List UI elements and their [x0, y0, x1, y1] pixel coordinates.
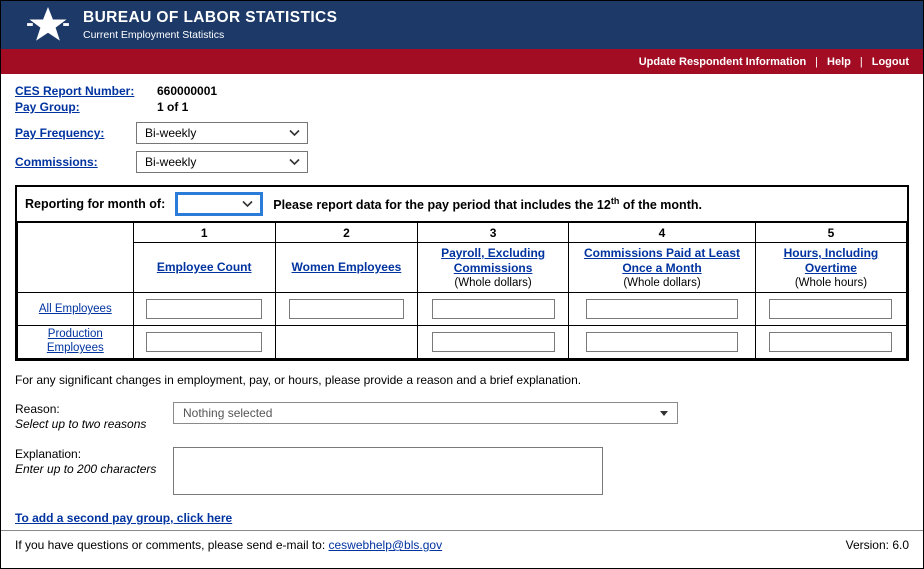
reporting-month-label: Reporting for month of:	[25, 197, 165, 211]
reporting-month-row: Reporting for month of: Please report da…	[17, 187, 907, 222]
column-header-hours[interactable]: Hours, Including Overtime	[760, 246, 902, 276]
report-info: CES Report Number: 660000001 Pay Group: …	[15, 84, 909, 115]
footer-help-text: If you have questions or comments, pleas…	[15, 538, 442, 568]
explanation-caption: Explanation: Enter up to 200 characters	[15, 447, 173, 477]
pay-group-label[interactable]: Pay Group:	[15, 100, 157, 115]
column-note-payroll: (Whole dollars)	[422, 277, 564, 289]
report-table: Reporting for month of: Please report da…	[15, 185, 909, 361]
column-header-employee-count[interactable]: Employee Count	[157, 260, 252, 275]
pay-frequency-select[interactable]: Bi-weekly	[136, 122, 308, 144]
chevron-down-icon	[289, 130, 300, 137]
changes-instruction: For any significant changes in employmen…	[15, 373, 909, 387]
column-number-5: 5	[755, 223, 906, 243]
input-production-employee-count[interactable]	[146, 332, 262, 352]
reason-row: Reason: Select up to two reasons Nothing…	[15, 402, 909, 432]
reporting-instruction: Please report data for the pay period th…	[273, 196, 702, 212]
page: BUREAU OF LABOR STATISTICS Current Emplo…	[0, 0, 924, 569]
column-header-women-employees[interactable]: Women Employees	[292, 260, 402, 275]
reason-caption: Reason: Select up to two reasons	[15, 402, 173, 432]
footer: If you have questions or comments, pleas…	[1, 530, 923, 568]
row-label-all-employees[interactable]: All Employees	[39, 303, 112, 317]
chevron-down-icon	[289, 159, 300, 166]
column-number-2: 2	[275, 223, 417, 243]
reason-hint: Select up to two reasons	[15, 417, 173, 432]
column-note-commissions: (Whole dollars)	[573, 277, 751, 289]
explanation-label: Explanation:	[15, 447, 173, 462]
pay-group-value: 1 of 1	[157, 100, 909, 115]
column-header-payroll[interactable]: Payroll, Excluding Commissions	[422, 246, 564, 276]
pay-frequency-row: Pay Frequency: Bi-weekly	[15, 122, 909, 144]
input-all-employees-women-employees[interactable]	[289, 299, 405, 319]
table-row-production-employees: Production Employees	[18, 326, 907, 359]
nav-logout[interactable]: Logout	[872, 56, 909, 68]
ces-report-number-label[interactable]: CES Report Number:	[15, 84, 157, 99]
employment-data-table: 1 2 3 4 5 Employee Count Women Employees…	[17, 222, 907, 359]
reporting-month-select[interactable]	[175, 192, 263, 216]
commissions-row: Commissions: Bi-weekly	[15, 151, 909, 173]
page-subtitle: Current Employment Statistics	[83, 29, 337, 41]
empty-cell-production-women	[275, 326, 417, 359]
nav-update-respondent-information[interactable]: Update Respondent Information	[639, 56, 806, 68]
explanation-hint: Enter up to 200 characters	[15, 462, 173, 477]
commissions-select[interactable]: Bi-weekly	[136, 151, 308, 173]
bls-logo-icon	[27, 6, 69, 44]
column-note-hours: (Whole hours)	[760, 277, 902, 289]
input-all-employees-payroll[interactable]	[432, 299, 555, 319]
reason-select-value: Nothing selected	[183, 406, 272, 420]
page-title: BUREAU OF LABOR STATISTICS	[83, 9, 337, 27]
input-production-payroll[interactable]	[432, 332, 555, 352]
input-all-employees-hours[interactable]	[769, 299, 892, 319]
footer-email-link[interactable]: ceswebhelp@bls.gov	[329, 538, 443, 552]
nav-help[interactable]: Help	[827, 56, 851, 68]
column-number-3: 3	[418, 223, 569, 243]
header-titles: BUREAU OF LABOR STATISTICS Current Emplo…	[83, 9, 337, 41]
footer-version: Version: 6.0	[846, 538, 909, 568]
main-content: CES Report Number: 660000001 Pay Group: …	[1, 74, 923, 530]
reason-label: Reason:	[15, 402, 173, 417]
input-production-hours[interactable]	[769, 332, 892, 352]
chevron-down-icon	[242, 201, 253, 208]
header: BUREAU OF LABOR STATISTICS Current Emplo…	[1, 1, 923, 49]
explanation-textarea[interactable]	[173, 447, 603, 495]
caret-down-icon	[660, 411, 668, 416]
commissions-value: Bi-weekly	[145, 155, 196, 169]
table-row-all-employees: All Employees	[18, 293, 907, 326]
column-number-1: 1	[133, 223, 275, 243]
pay-frequency-label[interactable]: Pay Frequency:	[15, 126, 136, 140]
column-header-row: Employee Count Women Employees Payroll, …	[18, 243, 907, 293]
input-all-employees-employee-count[interactable]	[146, 299, 262, 319]
pay-frequency-value: Bi-weekly	[145, 126, 196, 140]
commissions-label[interactable]: Commissions:	[15, 155, 136, 169]
footer-text: If you have questions or comments, pleas…	[15, 538, 329, 552]
nav-separator: |	[815, 56, 818, 68]
utility-nav: Update Respondent Information | Help | L…	[1, 49, 923, 74]
row-label-production-employees[interactable]: Production Employees	[30, 328, 120, 356]
column-header-commissions-paid[interactable]: Commissions Paid at Least Once a Month	[573, 246, 751, 276]
table-corner-cell	[18, 223, 134, 293]
input-all-employees-commissions[interactable]	[586, 299, 738, 319]
column-number-row: 1 2 3 4 5	[18, 223, 907, 243]
input-production-commissions[interactable]	[586, 332, 738, 352]
column-number-4: 4	[569, 223, 756, 243]
ces-report-number-value: 660000001	[157, 84, 909, 99]
nav-separator: |	[860, 56, 863, 68]
reason-select[interactable]: Nothing selected	[173, 402, 678, 424]
add-pay-group-link[interactable]: To add a second pay group, click here	[15, 511, 232, 525]
explanation-row: Explanation: Enter up to 200 characters	[15, 447, 909, 495]
